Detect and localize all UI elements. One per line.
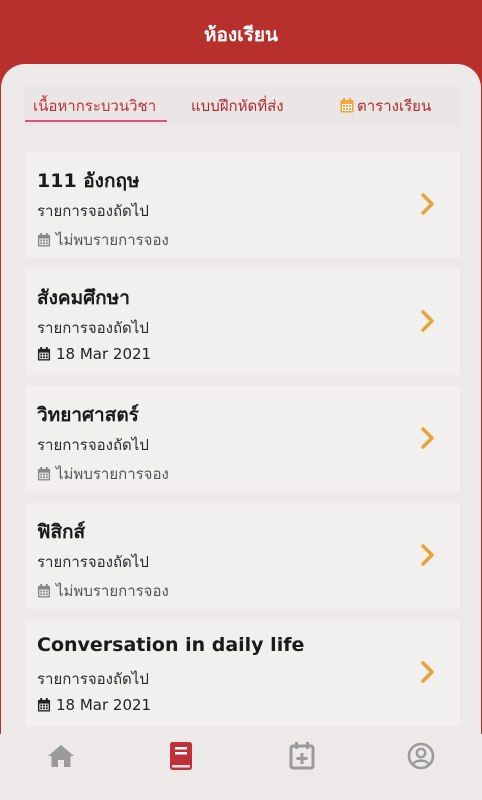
course-card[interactable]: วิทยาศาสตร์ รายการจองถัดไป ไม่พบรายการจอ… — [25, 386, 460, 492]
next-booking-label: รายการจองถัดไป — [37, 553, 149, 571]
home-icon — [46, 743, 76, 773]
chevron-right-icon — [420, 426, 436, 450]
course-card[interactable]: สังคมศึกษา รายการจองถัดไป 18 Mar 2021 — [25, 269, 460, 375]
active-tab-indicator — [25, 120, 167, 122]
nav-classroom[interactable] — [165, 742, 197, 774]
chevron-right-icon — [420, 660, 436, 684]
booking-date-text: 18 Mar 2021 — [56, 345, 152, 363]
chevron-right-icon — [420, 543, 436, 567]
bottom-navigation — [0, 734, 482, 800]
booking-date: 18 Mar 2021 — [37, 345, 151, 363]
account-icon — [407, 742, 435, 774]
tab-submitted-exercises[interactable]: แบบฝึกหัดที่ส่ง — [191, 94, 284, 124]
calendar-icon — [37, 233, 51, 247]
tab-course-content-label: เนื้อหากระบวนวิชา — [33, 97, 157, 115]
next-booking-label: รายการจองถัดไป — [37, 436, 149, 454]
course-title: 111 อังกฤษ — [37, 170, 140, 192]
chevron-right-icon — [420, 309, 436, 333]
tab-submitted-exercises-label: แบบฝึกหัดที่ส่ง — [191, 97, 284, 115]
nav-profile[interactable] — [405, 742, 437, 774]
tab-bar: เนื้อหากระบวนวิชา แบบฝึกหัดที่ส่ง ตารางเ… — [24, 86, 460, 126]
next-booking-label: รายการจองถัดไป — [37, 319, 149, 337]
course-card[interactable]: ฟิสิกส์ รายการจองถัดไป ไม่พบรายการจอง — [25, 503, 460, 609]
calendar-icon — [37, 584, 51, 598]
next-booking-label: รายการจองถัดไป — [37, 202, 149, 220]
booking-date: 18 Mar 2021 — [37, 696, 151, 714]
booking-date-text: ไม่พบรายการจอง — [56, 465, 169, 483]
tab-timetable-label: ตารางเรียน — [357, 97, 432, 115]
booking-date-text: ไม่พบรายการจอง — [56, 582, 169, 600]
course-card[interactable]: 111 อังกฤษ รายการจองถัดไป ไม่พบรายการจอง — [25, 152, 460, 258]
booking-date-text: ไม่พบรายการจอง — [56, 231, 169, 249]
tab-timetable[interactable]: ตารางเรียน — [340, 94, 431, 124]
content-panel: เนื้อหากระบวนวิชา แบบฝึกหัดที่ส่ง ตารางเ… — [1, 64, 481, 734]
booking-date: ไม่พบรายการจอง — [37, 462, 169, 486]
chevron-right-icon — [420, 192, 436, 216]
next-booking-label: รายการจองถัดไป — [37, 670, 149, 688]
calendar-icon — [37, 347, 51, 361]
page-title: ห้องเรียน — [203, 24, 279, 46]
book-icon — [169, 741, 193, 775]
nav-booking[interactable] — [286, 742, 318, 774]
course-title: ฟิสิกส์ — [37, 521, 86, 543]
nav-home[interactable] — [45, 742, 77, 774]
calendar-icon — [340, 98, 354, 117]
course-title: วิทยาศาสตร์ — [37, 404, 139, 426]
calendar-add-icon — [289, 742, 315, 774]
course-title: สังคมศึกษา — [37, 287, 130, 309]
course-title: Conversation in daily life — [37, 634, 305, 656]
calendar-icon — [37, 698, 51, 712]
booking-date: ไม่พบรายการจอง — [37, 228, 169, 252]
app-header: ห้องเรียน — [0, 0, 482, 70]
booking-date-text: 18 Mar 2021 — [56, 696, 152, 714]
calendar-icon — [37, 467, 51, 481]
booking-date: ไม่พบรายการจอง — [37, 579, 169, 603]
course-card[interactable]: Conversation in daily life รายการจองถัดไ… — [25, 620, 460, 726]
